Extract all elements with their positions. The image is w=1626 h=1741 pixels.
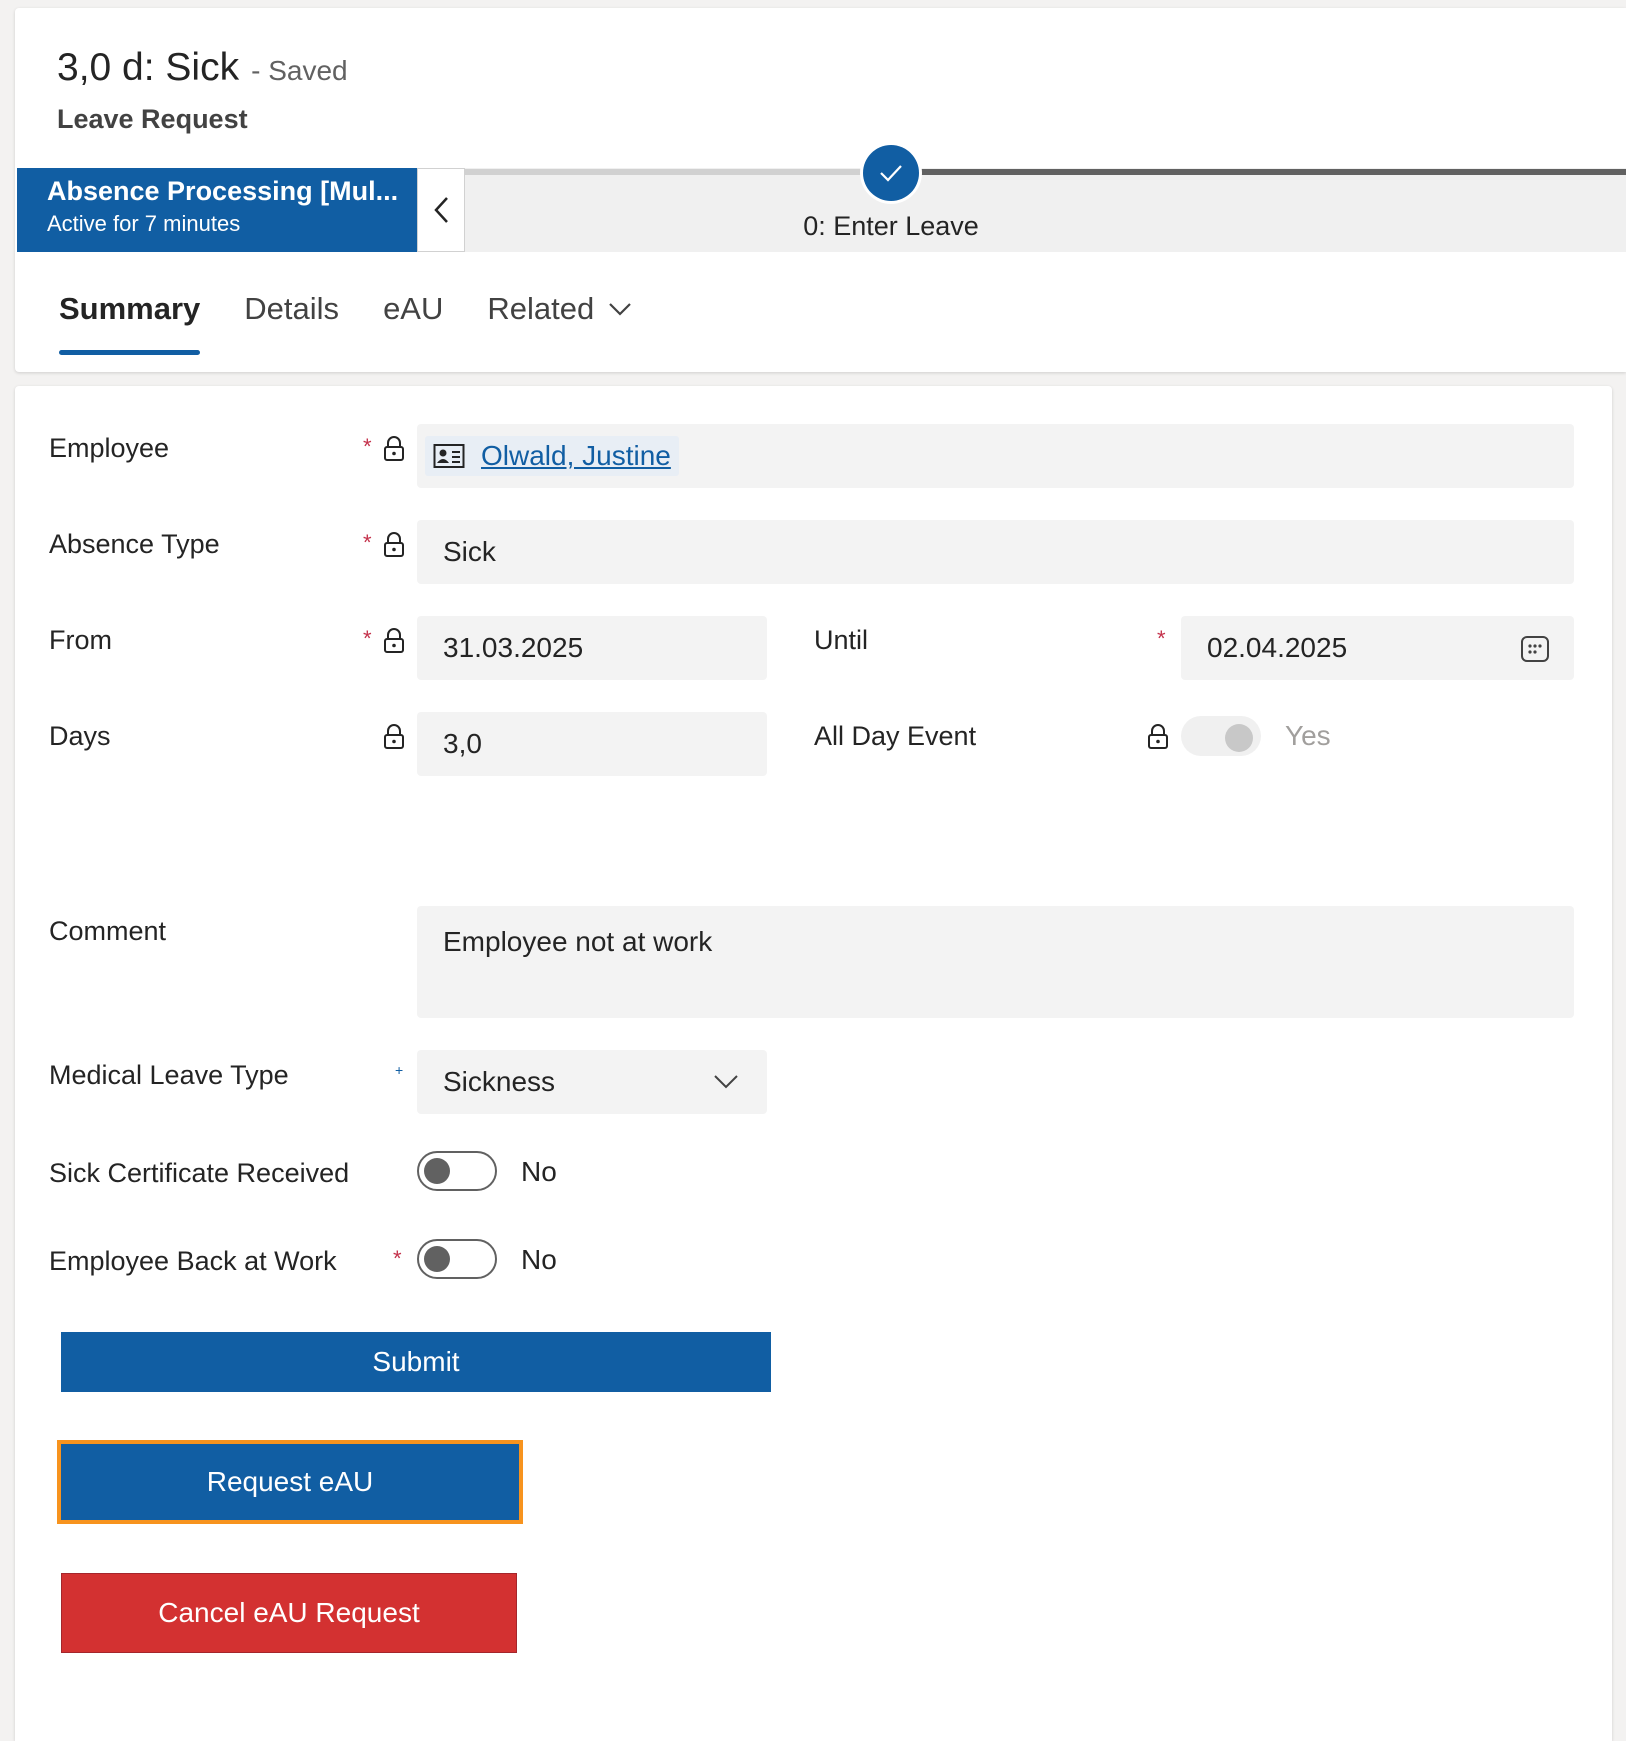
contact-card-icon (433, 444, 465, 468)
process-active-duration: Active for 7 minutes (47, 211, 241, 236)
cancel-eau-request-button[interactable]: Cancel eAU Request (61, 1573, 517, 1653)
comment-textarea[interactable]: Employee not at work (417, 906, 1574, 1018)
employee-lookup-link[interactable]: Olwald, Justine (481, 440, 671, 472)
process-collapse-button[interactable] (417, 168, 465, 252)
lock-icon (384, 436, 404, 461)
tab-eau-label: eAU (383, 291, 444, 326)
lock-icon (1148, 724, 1168, 749)
until-date-field[interactable]: 02.04.2025 (1181, 616, 1574, 680)
medical-leave-type-label: Medical Leave Type (49, 1060, 289, 1090)
submit-button-label: Submit (372, 1346, 460, 1377)
absence-type-value: Sick (443, 536, 496, 567)
sick-certificate-received-toggle[interactable] (417, 1151, 497, 1191)
required-indicator: * (393, 1246, 402, 1271)
recommended-indicator: + (395, 1062, 404, 1078)
request-eau-button[interactable]: Request eAU (57, 1440, 523, 1524)
checkmark-icon (880, 165, 902, 182)
all-day-event-toggle (1181, 716, 1261, 756)
comment-value: Employee not at work (443, 926, 713, 957)
tab-details[interactable]: Details (244, 291, 339, 341)
from-date-value: 31.03.2025 (443, 632, 584, 663)
employee-back-at-work-label: Employee Back at Work (49, 1246, 337, 1276)
cancel-eau-request-button-label: Cancel eAU Request (158, 1597, 420, 1628)
all-day-event-label: All Day Event (814, 721, 977, 751)
process-progress-line-completed (465, 169, 905, 175)
medical-leave-type-value: Sickness (443, 1066, 556, 1097)
required-indicator: * (363, 530, 372, 555)
process-name: Absence Processing [Mul... (47, 176, 399, 206)
submit-button[interactable]: Submit (61, 1332, 771, 1392)
all-day-event-value: Yes (1285, 720, 1331, 751)
chevron-down-icon (714, 1075, 738, 1089)
tab-eau[interactable]: eAU (383, 291, 443, 341)
record-title-row: 3,0 d: Sick - Saved (57, 46, 348, 90)
save-status: - Saved (251, 55, 348, 86)
toggle-knob (424, 1158, 450, 1184)
employee-lookup-chip[interactable]: Olwald, Justine (425, 436, 679, 476)
toggle-knob (424, 1246, 450, 1272)
sick-certificate-received-value: No (521, 1156, 557, 1187)
employee-back-at-work-toggle[interactable] (417, 1239, 497, 1279)
days-field: 3,0 (417, 712, 767, 776)
summary-form-section: Employee * Olwald, Justine Absence Type … (15, 386, 1612, 1741)
process-flyout-button[interactable]: Absence Processing [Mul... Active for 7 … (17, 168, 417, 252)
tab-summary-label: Summary (59, 291, 201, 326)
days-label: Days (49, 721, 111, 751)
absence-type-label: Absence Type (49, 529, 220, 559)
required-indicator: * (363, 434, 372, 459)
record-header: 3,0 d: Sick - Saved Leave Request Absenc… (15, 8, 1626, 372)
process-stage-label[interactable]: 0: Enter Leave (715, 211, 1067, 242)
record-title: 3,0 d: Sick (57, 46, 240, 89)
required-indicator: * (363, 626, 372, 651)
toggle-knob (1225, 724, 1253, 752)
until-label: Until (814, 625, 869, 655)
lock-icon (384, 724, 404, 749)
lock-icon (384, 532, 404, 557)
employee-lookup-field: Olwald, Justine (417, 424, 1574, 488)
process-progress-line-remaining (905, 169, 1626, 175)
tab-related-label: Related (487, 291, 595, 326)
comment-label: Comment (49, 916, 167, 946)
form-tabs: Summary Details eAU Related (59, 291, 676, 355)
tab-summary[interactable]: Summary (59, 291, 201, 355)
from-label: From (49, 625, 112, 655)
lock-icon (384, 628, 404, 653)
calendar-icon[interactable] (1520, 634, 1550, 664)
tab-related[interactable]: Related (487, 291, 632, 341)
request-eau-button-label: Request eAU (206, 1466, 374, 1497)
stage-complete-checkmark-icon[interactable] (863, 145, 919, 201)
sick-certificate-received-label: Sick Certificate Received (49, 1158, 350, 1188)
days-value: 3,0 (443, 728, 482, 759)
chevron-left-icon (434, 197, 448, 223)
absence-type-field[interactable]: Sick (417, 520, 1574, 584)
entity-name: Leave Request (57, 104, 248, 134)
chevron-down-icon (608, 302, 632, 316)
tab-details-label: Details (244, 291, 340, 326)
until-date-value: 02.04.2025 (1207, 632, 1348, 663)
from-date-field[interactable]: 31.03.2025 (417, 616, 767, 680)
employee-label: Employee (49, 433, 170, 463)
required-indicator: * (1157, 626, 1166, 651)
medical-leave-type-select[interactable]: Sickness (417, 1050, 767, 1114)
employee-back-at-work-value: No (521, 1244, 557, 1275)
